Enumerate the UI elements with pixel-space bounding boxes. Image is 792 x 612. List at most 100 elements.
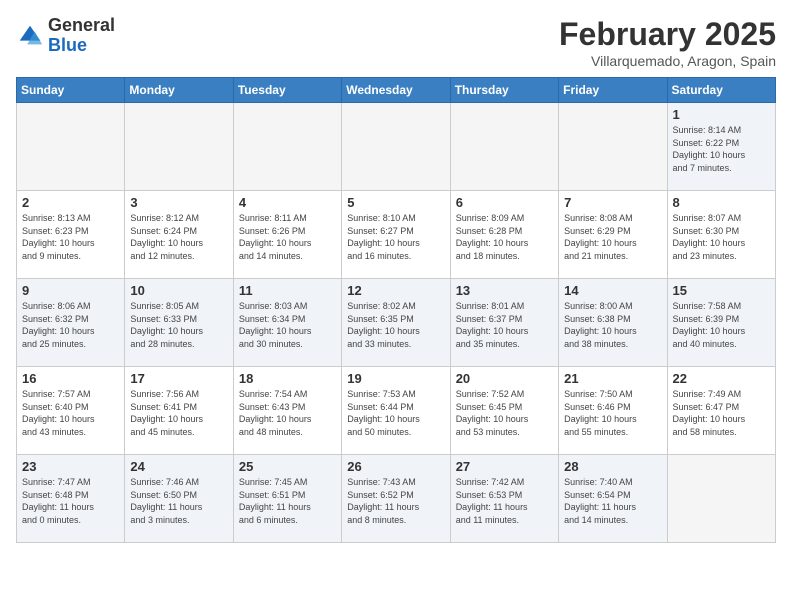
day-number: 23 [22, 459, 119, 474]
calendar-cell: 26 Sunrise: 7:43 AM Sunset: 6:52 PM Dayli… [342, 455, 450, 543]
day-info: Sunrise: 8:09 AM Sunset: 6:28 PM Dayligh… [456, 212, 553, 262]
day-number: 9 [22, 283, 119, 298]
day-of-week-header: Saturday [667, 78, 775, 103]
day-of-week-header: Thursday [450, 78, 558, 103]
day-number: 13 [456, 283, 553, 298]
day-number: 24 [130, 459, 227, 474]
calendar-cell: 17Sunrise: 7:56 AM Sunset: 6:41 PM Dayli… [125, 367, 233, 455]
location-subtitle: Villarquemado, Aragon, Spain [559, 53, 776, 69]
day-info: Sunrise: 8:02 AM Sunset: 6:35 PM Dayligh… [347, 300, 444, 350]
calendar-week-row: 16 Sunrise: 7:57 AM Sunset: 6:40 PM Dayli… [17, 367, 776, 455]
day-of-week-header: Sunday [17, 78, 125, 103]
day-info: Sunrise: 7:57 AM Sunset: 6:40 PM Dayligh… [22, 388, 119, 438]
day-number: 7 [564, 195, 661, 210]
calendar-cell: 1 Sunrise: 8:14 AM Sunset: 6:22 PM Daylig… [667, 103, 775, 191]
day-of-week-header: Tuesday [233, 78, 341, 103]
day-number: 21 [564, 371, 661, 386]
day-info: Sunrise: 8:05 AM Sunset: 6:33 PM Dayligh… [130, 300, 227, 350]
calendar-week-row: 9 Sunrise: 8:06 AM Sunset: 6:32 PM Daylig… [17, 279, 776, 367]
calendar-cell: 18Sunrise: 7:54 AM Sunset: 6:43 PM Dayli… [233, 367, 341, 455]
day-info: Sunrise: 7:43 AM Sunset: 6:52 PM Dayligh… [347, 476, 444, 526]
day-info: Sunrise: 8:13 AM Sunset: 6:23 PM Dayligh… [22, 212, 119, 262]
day-number: 12 [347, 283, 444, 298]
calendar-cell: 22 Sunrise: 7:49 AM Sunset: 6:47 PM Dayli… [667, 367, 775, 455]
day-info: Sunrise: 7:46 AM Sunset: 6:50 PM Dayligh… [130, 476, 227, 526]
day-number: 18 [239, 371, 336, 386]
day-info: Sunrise: 7:42 AM Sunset: 6:53 PM Dayligh… [456, 476, 553, 526]
calendar-cell: 21Sunrise: 7:50 AM Sunset: 6:46 PM Dayli… [559, 367, 667, 455]
day-info: Sunrise: 8:03 AM Sunset: 6:34 PM Dayligh… [239, 300, 336, 350]
day-number: 17 [130, 371, 227, 386]
calendar-cell: 7 Sunrise: 8:08 AM Sunset: 6:29 PM Daylig… [559, 191, 667, 279]
day-number: 2 [22, 195, 119, 210]
calendar-cell: 5Sunrise: 8:10 AM Sunset: 6:27 PM Daylig… [342, 191, 450, 279]
calendar-week-row: 23 Sunrise: 7:47 AM Sunset: 6:48 PM Dayli… [17, 455, 776, 543]
calendar-cell: 27Sunrise: 7:42 AM Sunset: 6:53 PM Dayli… [450, 455, 558, 543]
day-info: Sunrise: 7:47 AM Sunset: 6:48 PM Dayligh… [22, 476, 119, 526]
calendar-cell: 19 Sunrise: 7:53 AM Sunset: 6:44 PM Dayli… [342, 367, 450, 455]
title-block: February 2025 Villarquemado, Aragon, Spa… [559, 16, 776, 69]
calendar-cell: 24 Sunrise: 7:46 AM Sunset: 6:50 PM Dayli… [125, 455, 233, 543]
day-number: 6 [456, 195, 553, 210]
day-info: Sunrise: 8:01 AM Sunset: 6:37 PM Dayligh… [456, 300, 553, 350]
day-info: Sunrise: 8:00 AM Sunset: 6:38 PM Dayligh… [564, 300, 661, 350]
calendar-cell [450, 103, 558, 191]
logo: General Blue [16, 16, 115, 56]
calendar-cell: 20 Sunrise: 7:52 AM Sunset: 6:45 PM Dayli… [450, 367, 558, 455]
calendar-cell: 9 Sunrise: 8:06 AM Sunset: 6:32 PM Daylig… [17, 279, 125, 367]
day-number: 16 [22, 371, 119, 386]
day-info: Sunrise: 7:58 AM Sunset: 6:39 PM Dayligh… [673, 300, 770, 350]
day-info: Sunrise: 7:40 AM Sunset: 6:54 PM Dayligh… [564, 476, 661, 526]
calendar-cell: 3 Sunrise: 8:12 AM Sunset: 6:24 PM Daylig… [125, 191, 233, 279]
day-of-week-header: Monday [125, 78, 233, 103]
calendar-cell [17, 103, 125, 191]
day-number: 25 [239, 459, 336, 474]
day-number: 28 [564, 459, 661, 474]
page-header: General Blue February 2025 Villarquemado… [16, 16, 776, 69]
day-info: Sunrise: 8:06 AM Sunset: 6:32 PM Dayligh… [22, 300, 119, 350]
day-info: Sunrise: 8:14 AM Sunset: 6:22 PM Dayligh… [673, 124, 770, 174]
day-info: Sunrise: 8:12 AM Sunset: 6:24 PM Dayligh… [130, 212, 227, 262]
calendar-cell: 12 Sunrise: 8:02 AM Sunset: 6:35 PM Dayli… [342, 279, 450, 367]
day-number: 3 [130, 195, 227, 210]
calendar-cell: 25 Sunrise: 7:45 AM Sunset: 6:51 PM Dayli… [233, 455, 341, 543]
day-number: 11 [239, 283, 336, 298]
day-info: Sunrise: 7:45 AM Sunset: 6:51 PM Dayligh… [239, 476, 336, 526]
logo-general-text: General [48, 15, 115, 35]
calendar-cell: 15 Sunrise: 7:58 AM Sunset: 6:39 PM Dayli… [667, 279, 775, 367]
calendar-week-row: 1 Sunrise: 8:14 AM Sunset: 6:22 PM Daylig… [17, 103, 776, 191]
day-number: 20 [456, 371, 553, 386]
calendar-cell: 16 Sunrise: 7:57 AM Sunset: 6:40 PM Dayli… [17, 367, 125, 455]
day-info: Sunrise: 7:49 AM Sunset: 6:47 PM Dayligh… [673, 388, 770, 438]
day-info: Sunrise: 7:52 AM Sunset: 6:45 PM Dayligh… [456, 388, 553, 438]
day-of-week-header: Friday [559, 78, 667, 103]
calendar-cell: 4 Sunrise: 8:11 AM Sunset: 6:26 PM Daylig… [233, 191, 341, 279]
calendar-week-row: 2 Sunrise: 8:13 AM Sunset: 6:23 PM Daylig… [17, 191, 776, 279]
calendar-cell: 10Sunrise: 8:05 AM Sunset: 6:33 PM Dayli… [125, 279, 233, 367]
calendar-cell: 8 Sunrise: 8:07 AM Sunset: 6:30 PM Daylig… [667, 191, 775, 279]
calendar-cell: 14 Sunrise: 8:00 AM Sunset: 6:38 PM Dayli… [559, 279, 667, 367]
calendar-cell: 2 Sunrise: 8:13 AM Sunset: 6:23 PM Daylig… [17, 191, 125, 279]
logo-icon [16, 22, 44, 50]
day-number: 1 [673, 107, 770, 122]
day-info: Sunrise: 8:08 AM Sunset: 6:29 PM Dayligh… [564, 212, 661, 262]
calendar-cell: 28 Sunrise: 7:40 AM Sunset: 6:54 PM Dayli… [559, 455, 667, 543]
calendar-table: SundayMondayTuesdayWednesdayThursdayFrid… [16, 77, 776, 543]
calendar-cell [342, 103, 450, 191]
calendar-header-row: SundayMondayTuesdayWednesdayThursdayFrid… [17, 78, 776, 103]
day-number: 26 [347, 459, 444, 474]
day-info: Sunrise: 8:10 AM Sunset: 6:27 PM Dayligh… [347, 212, 444, 262]
day-info: Sunrise: 8:07 AM Sunset: 6:30 PM Dayligh… [673, 212, 770, 262]
day-number: 15 [673, 283, 770, 298]
day-number: 14 [564, 283, 661, 298]
month-year-title: February 2025 [559, 16, 776, 53]
day-info: Sunrise: 7:53 AM Sunset: 6:44 PM Dayligh… [347, 388, 444, 438]
day-number: 8 [673, 195, 770, 210]
calendar-cell: 6 Sunrise: 8:09 AM Sunset: 6:28 PM Daylig… [450, 191, 558, 279]
calendar-cell [667, 455, 775, 543]
day-number: 4 [239, 195, 336, 210]
day-number: 19 [347, 371, 444, 386]
calendar-cell [233, 103, 341, 191]
day-info: Sunrise: 8:11 AM Sunset: 6:26 PM Dayligh… [239, 212, 336, 262]
day-number: 22 [673, 371, 770, 386]
